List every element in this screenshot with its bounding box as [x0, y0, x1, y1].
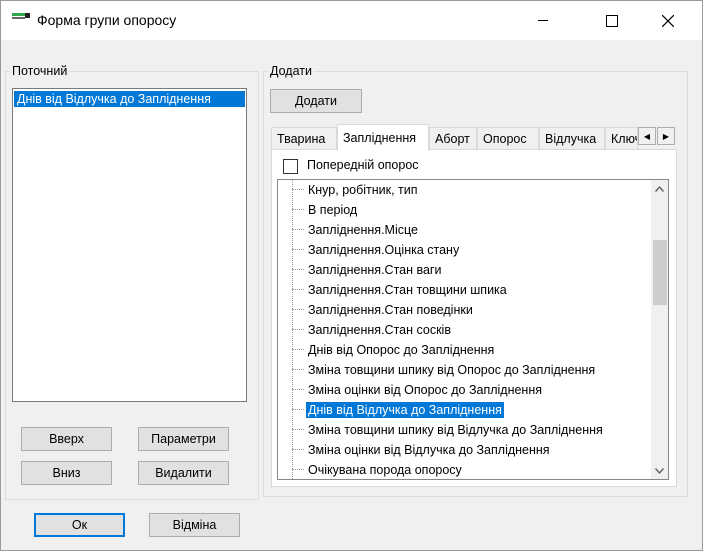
- previous-farrowing-checkbox[interactable]: [283, 159, 298, 174]
- tree-item-selected[interactable]: Днів від Відлучка до Запліднення: [292, 400, 504, 420]
- add-button[interactable]: Додати: [270, 89, 362, 113]
- scroll-down-icon[interactable]: [651, 462, 668, 479]
- dialog-window: Форма групи опоросу Поточний Днів від Ві…: [0, 0, 703, 551]
- window-title: Форма групи опоросу: [37, 12, 177, 28]
- add-group-label: Додати: [268, 64, 314, 78]
- tree-scrollbar[interactable]: [651, 180, 668, 479]
- current-group-label: Поточний: [10, 64, 70, 78]
- scroll-up-icon[interactable]: [651, 180, 668, 197]
- tree-item[interactable]: Зміна оцінки від Відлучка до Запліднення: [292, 440, 552, 460]
- tree-item[interactable]: Очікувана порода опоросу: [292, 460, 464, 479]
- tree-item[interactable]: Днів від Опорос до Запліднення: [292, 340, 496, 360]
- tree-item[interactable]: Запліднення.Оцінка стану: [292, 240, 461, 260]
- tab-scroll-right-icon[interactable]: ▶: [657, 127, 675, 145]
- tree-item[interactable]: В період: [292, 200, 359, 220]
- app-icon: [12, 13, 30, 20]
- tree-item[interactable]: Запліднення.Стан товщини шпика: [292, 280, 509, 300]
- tab-scroll-arrows: ◀ ▶: [638, 127, 676, 145]
- tab-tvaryna[interactable]: Тварина: [271, 127, 337, 150]
- tab-scroll-left-icon[interactable]: ◀: [638, 127, 656, 145]
- cancel-button[interactable]: Відміна: [149, 513, 240, 537]
- scroll-thumb[interactable]: [653, 240, 667, 305]
- close-icon: [662, 14, 674, 27]
- tree-item[interactable]: Запліднення.Місце: [292, 220, 420, 240]
- tree-item[interactable]: Зміна товщини шпику від Відлучка до Запл…: [292, 420, 605, 440]
- title-bar: Форма групи опоросу: [1, 1, 702, 40]
- up-button[interactable]: Вверх: [21, 427, 112, 451]
- tab-abort[interactable]: Аборт: [429, 127, 477, 150]
- delete-button[interactable]: Видалити: [138, 461, 229, 485]
- tab-strip: Тварина Запліднення Аборт Опорос Відлучк…: [271, 124, 677, 151]
- tree-item[interactable]: Запліднення.Стан ваги: [292, 260, 443, 280]
- tree-item[interactable]: Зміна товщини шпику від Опорос до Заплід…: [292, 360, 597, 380]
- current-list-item[interactable]: Днів від Відлучка до Запліднення: [14, 91, 245, 107]
- maximize-icon: [606, 14, 618, 27]
- minimize-icon: [538, 20, 548, 21]
- previous-farrowing-label: Попередній опорос: [307, 158, 419, 172]
- tab-vidluchka[interactable]: Відлучка: [539, 127, 605, 150]
- tab-kliuch[interactable]: Ключ: [605, 127, 638, 150]
- tree-item[interactable]: Кнур, робітник, тип: [292, 180, 420, 200]
- ok-button[interactable]: Ок: [34, 513, 125, 537]
- tree-item[interactable]: Запліднення.Стан поведінки: [292, 300, 475, 320]
- current-listbox[interactable]: Днів від Відлучка до Запліднення: [12, 88, 247, 402]
- field-tree[interactable]: Кнур, робітник, тип В період Запліднення…: [277, 179, 669, 480]
- close-button[interactable]: [645, 1, 691, 40]
- parameters-button[interactable]: Параметри: [138, 427, 229, 451]
- down-button[interactable]: Вниз: [21, 461, 112, 485]
- tree-item[interactable]: Зміна оцінки від Опорос до Запліднення: [292, 380, 544, 400]
- minimize-button[interactable]: [520, 1, 566, 40]
- maximize-button[interactable]: [589, 1, 635, 40]
- tab-zaplidnennia[interactable]: Запліднення: [337, 124, 429, 151]
- tree-item[interactable]: Запліднення.Стан сосків: [292, 320, 453, 340]
- tab-oporos[interactable]: Опорос: [477, 127, 539, 150]
